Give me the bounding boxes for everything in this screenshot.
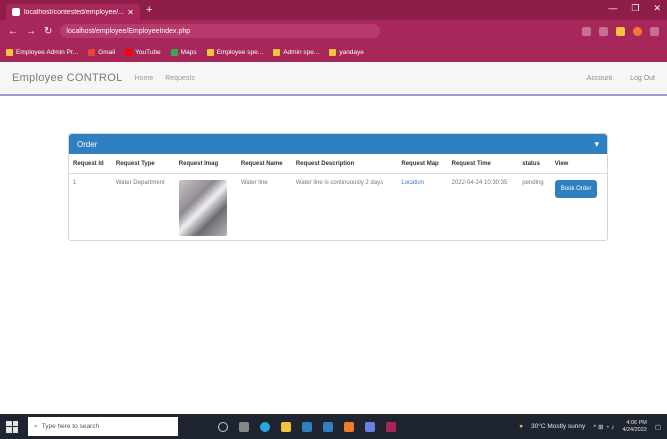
col-status: status — [518, 154, 551, 174]
col-request-map: Request Map — [397, 154, 448, 174]
col-request-description: Request Description — [291, 154, 398, 174]
bookmark-item[interactable]: yandaye — [329, 48, 364, 56]
search-icon: ⌕ — [34, 422, 38, 430]
logout-link[interactable]: Log Out — [630, 75, 655, 82]
col-request-image: Request Imag — [174, 154, 237, 174]
clock-time: 4:06 PM — [626, 419, 647, 426]
bookmark-item[interactable]: Employee Admin Pr... — [6, 48, 78, 56]
nav-link-requests[interactable]: Requests — [165, 75, 195, 82]
cell-map: Location — [397, 174, 447, 243]
bookmark-item[interactable]: YouTube — [125, 48, 161, 56]
app-icon[interactable] — [365, 421, 375, 432]
favicon-icon — [12, 8, 20, 16]
request-image[interactable] — [178, 180, 227, 236]
table-header-row: Request Id Request Type Request Imag Req… — [69, 154, 607, 174]
file-explorer-icon[interactable] — [281, 421, 291, 432]
col-request-name: Request Name — [236, 154, 292, 174]
app-navbar: Employee CONTROL Home Requests Account L… — [0, 62, 667, 96]
browser-tabstrip: localhost/contested/employee/... ✕ + — ❐… — [0, 0, 667, 20]
share-icon[interactable] — [582, 26, 591, 36]
notifications-icon[interactable]: ▢ — [655, 423, 661, 431]
cell-name: Water line — [240, 180, 268, 186]
nav-link-home[interactable]: Home — [135, 75, 154, 82]
star-icon[interactable] — [599, 26, 608, 36]
cell-description: Water line is continuously 2 days — [295, 180, 384, 186]
col-request-type: Request Type — [111, 154, 175, 174]
cell-time: 2022-04-24 10:30:35 — [451, 180, 508, 186]
close-tab-icon[interactable]: ✕ — [127, 8, 134, 17]
reload-icon[interactable]: ↻ — [44, 26, 52, 37]
mail-icon[interactable] — [323, 421, 333, 432]
weather-icon: ● — [519, 423, 524, 430]
taskbar: ⌕ Type here to search ● 30°C Mostly sunn… — [0, 414, 667, 439]
taskbar-apps — [218, 421, 396, 432]
clock-date: 4/24/2022 — [622, 426, 647, 433]
panel-title: Order — [77, 139, 98, 149]
profile-icon[interactable] — [633, 26, 642, 36]
extension-icon[interactable] — [616, 26, 625, 36]
maximize-icon[interactable]: ❐ — [631, 3, 639, 14]
bookmark-item[interactable]: Maps — [170, 48, 197, 56]
folder-icon — [273, 48, 281, 56]
window-controls: — ❐ ✕ — [608, 3, 661, 14]
browser-tab[interactable]: localhost/contested/employee/... ✕ — [6, 4, 140, 20]
table-row: 1 Water Department Water line Water line… — [69, 174, 607, 243]
menu-icon[interactable] — [650, 26, 659, 36]
cell-id: 1 — [73, 180, 77, 186]
clock[interactable]: 4:06 PM 4/24/2022 — [622, 420, 646, 434]
folder-icon — [206, 48, 214, 56]
app-icon[interactable] — [344, 421, 354, 432]
weather-text[interactable]: 30°C Mostly sunny — [531, 423, 585, 430]
url-text: localhost/employee/EmployeeIndex.php — [66, 27, 191, 35]
brand-title[interactable]: Employee CONTROL — [12, 72, 123, 84]
close-window-icon[interactable]: ✕ — [653, 3, 661, 14]
store-icon[interactable] — [302, 421, 312, 432]
forward-icon[interactable]: → — [26, 26, 36, 37]
folder-icon — [6, 48, 13, 56]
folder-icon — [329, 48, 337, 56]
bookmarks-bar: Employee Admin Pr... Gmail YouTube Maps … — [0, 42, 667, 62]
map-link[interactable]: Location — [401, 180, 424, 186]
edge-icon[interactable] — [260, 421, 270, 432]
col-request-time: Request Time — [447, 154, 519, 174]
chrome-icon[interactable] — [386, 421, 396, 432]
panel-header: Order ▾ — [69, 134, 607, 154]
cell-image — [175, 174, 237, 243]
new-tab-icon[interactable]: + — [146, 4, 152, 16]
search-placeholder: Type here to search — [41, 423, 100, 430]
cell-view: Book Order — [551, 174, 607, 243]
extensions — [582, 26, 659, 36]
address-bar-row: ← → ↻ localhost/employee/EmployeeIndex.p… — [0, 20, 667, 42]
back-icon[interactable]: ← — [8, 26, 18, 37]
task-view-icon[interactable] — [239, 421, 249, 432]
url-input[interactable]: localhost/employee/EmployeeIndex.php — [60, 24, 381, 38]
windows-start-icon[interactable] — [6, 420, 18, 433]
tray-icons[interactable]: ^ ⊞ ◔ ♪ — [593, 423, 614, 431]
minimize-icon[interactable]: — — [608, 3, 617, 14]
order-panel: Order ▾ Request Id Request Type Request … — [68, 133, 608, 241]
system-tray: ● 30°C Mostly sunny ^ ⊞ ◔ ♪ 4:06 PM 4/24… — [519, 420, 661, 434]
bookmark-item[interactable]: Gmail — [88, 48, 115, 56]
bookmark-item[interactable]: Employee spe... — [206, 48, 263, 56]
book-order-button[interactable]: Book Order — [554, 180, 598, 198]
taskbar-search[interactable]: ⌕ Type here to search — [28, 417, 178, 436]
cortana-icon[interactable] — [218, 421, 228, 432]
col-request-id: Request Id — [69, 154, 112, 174]
bookmark-item[interactable]: Admin spe... — [273, 48, 319, 56]
col-view: View — [550, 154, 607, 174]
tab-title: localhost/contested/employee/... — [24, 8, 125, 16]
order-table: Request Id Request Type Request Imag Req… — [69, 154, 607, 242]
chevron-down-icon[interactable]: ▾ — [594, 139, 599, 150]
cell-status: pending — [522, 180, 544, 186]
maps-icon — [170, 48, 178, 56]
account-link[interactable]: Account — [587, 75, 612, 82]
nav-right: Account Log Out — [587, 75, 655, 82]
gmail-icon — [88, 48, 96, 56]
youtube-icon — [125, 48, 133, 56]
cell-type: Water Department — [115, 180, 165, 186]
